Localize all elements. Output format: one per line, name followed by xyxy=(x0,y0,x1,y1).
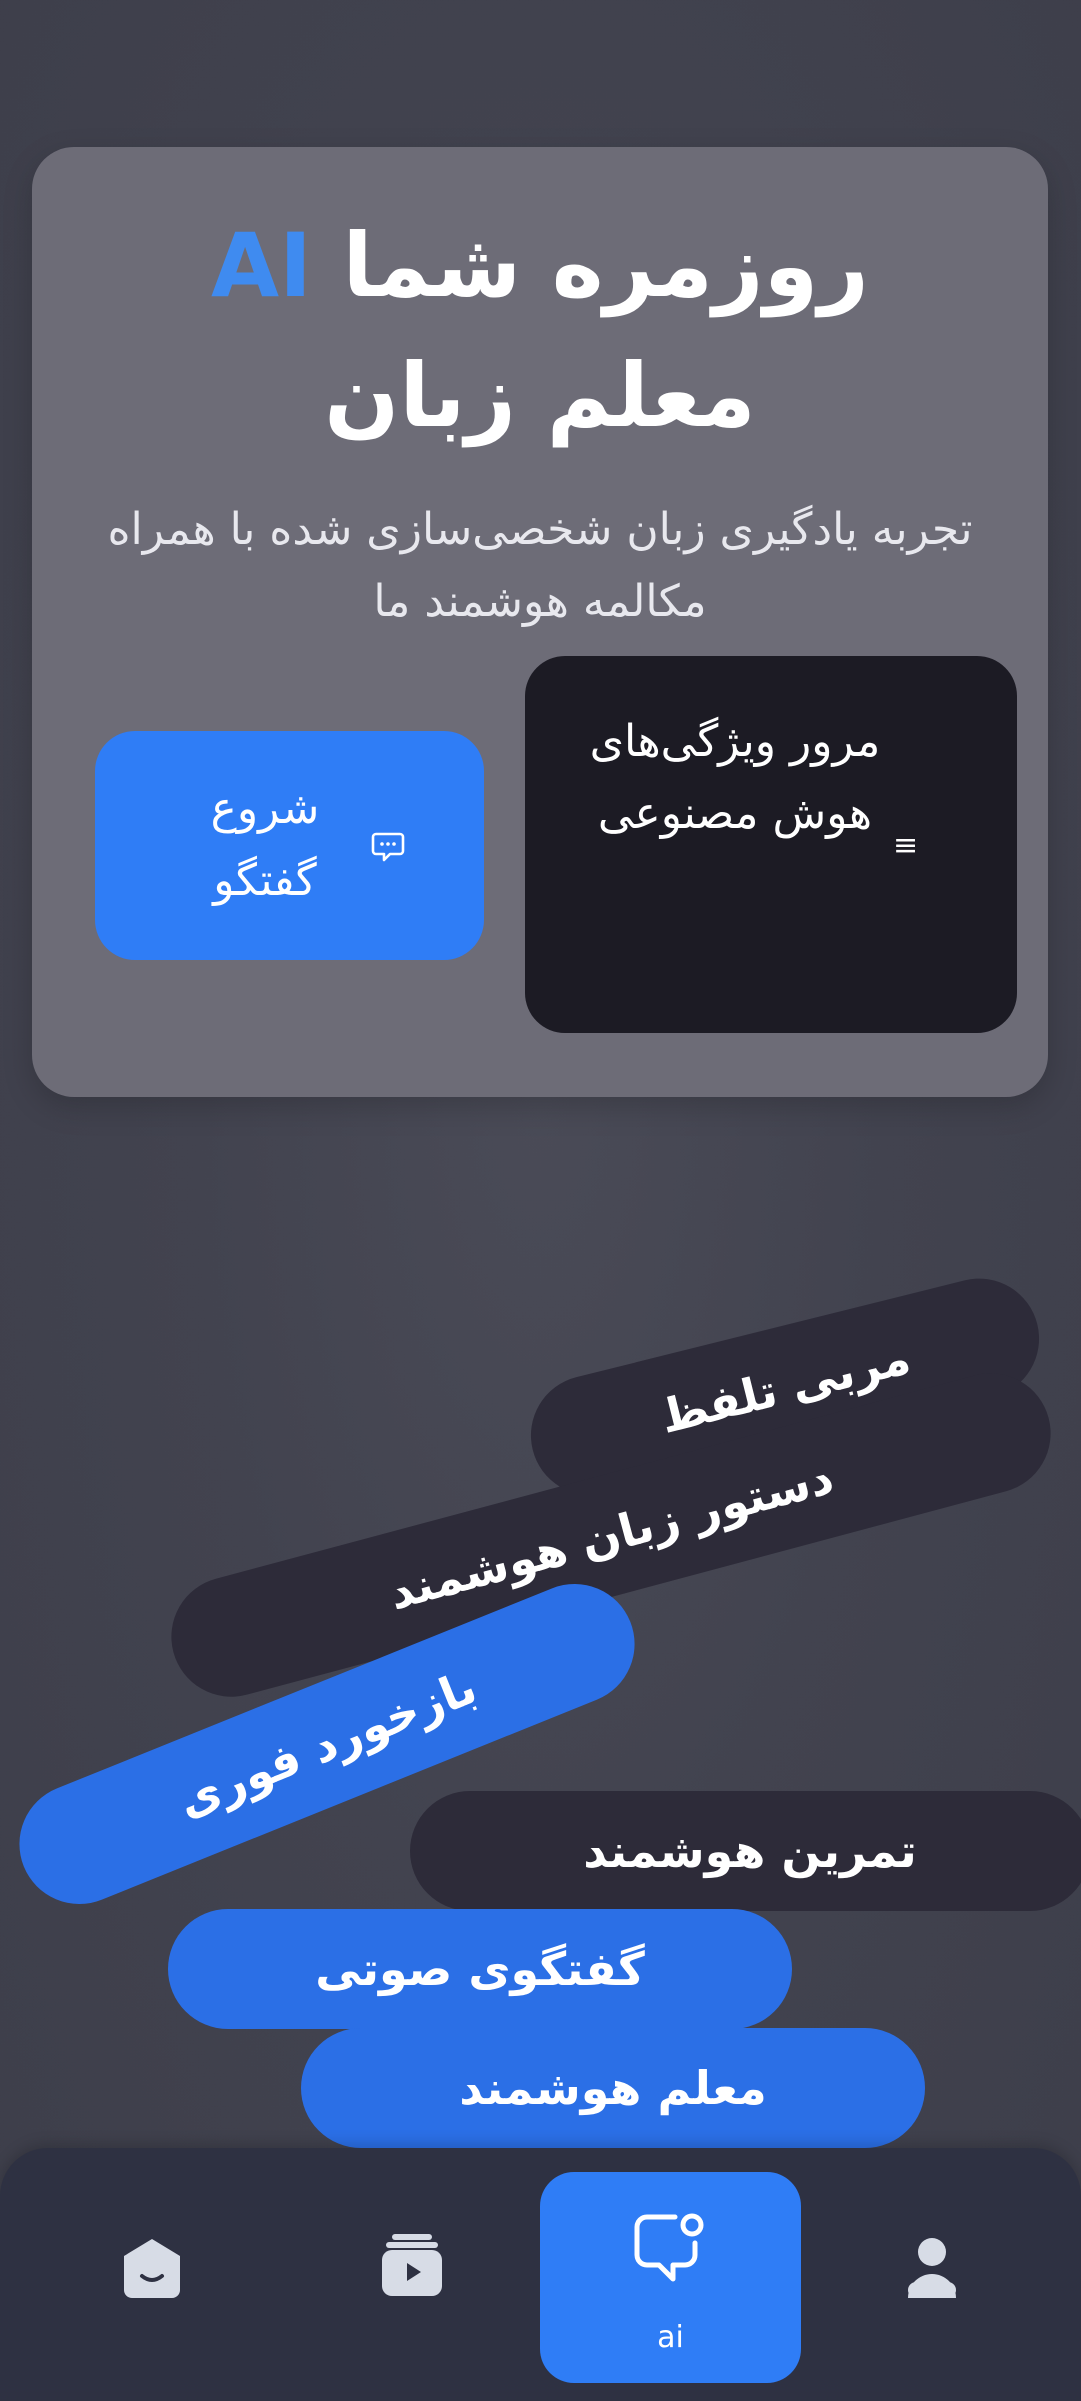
feature-pill-label: معلم هوشمند xyxy=(459,2061,767,2115)
ai-chat-icon xyxy=(634,2213,704,2282)
hero-title-main: روزمره شما xyxy=(342,214,869,317)
ai-accent-text: AI xyxy=(211,214,312,317)
start-conversation-button[interactable]: شروع گفتگو xyxy=(95,731,484,960)
nav-videos[interactable] xyxy=(380,2232,444,2302)
feature-pill-label: دستور زبان هوشمند xyxy=(383,1449,839,1621)
nav-profile[interactable] xyxy=(906,2236,958,2304)
home-icon xyxy=(124,2239,180,2298)
start-conversation-label: شروع گفتگو xyxy=(210,783,320,906)
hero-card: AI روزمره شما معلم زبان تجربه یادگیری زب… xyxy=(32,147,1048,1097)
feature-pill-label: گفتگوی صوتی xyxy=(315,1942,645,1996)
explore-ai-features-button[interactable]: مرور ویژگی‌های هوش مصنوعی ≡ xyxy=(525,656,1017,1033)
explore-ai-features-label: مرور ویژگی‌های هوش مصنوعی xyxy=(589,716,881,839)
feature-pill-label: تمرین هوشمند xyxy=(583,1824,917,1878)
feature-pill-smart-teacher[interactable]: معلم هوشمند xyxy=(301,2028,925,2148)
nav-ai-label: ai xyxy=(657,2320,684,2355)
feature-pill-voice-conversation[interactable]: گفتگوی صوتی xyxy=(168,1909,792,2029)
hero-title-line1: AI روزمره شما xyxy=(32,222,1048,310)
nav-ai[interactable]: ai xyxy=(540,2172,801,2383)
video-library-icon xyxy=(382,2234,442,2296)
hero-subtitle: تجربه یادگیری زبان شخصی‌سازی شده با همرا… xyxy=(107,504,973,627)
bottom-navigation-bar: ai xyxy=(0,2148,1081,2401)
nav-home[interactable] xyxy=(120,2236,184,2304)
profile-icon xyxy=(908,2238,956,2298)
chat-bubble-icon xyxy=(370,829,406,869)
feature-pill-smart-practice[interactable]: تمرین هوشمند xyxy=(410,1791,1081,1911)
menu-icon: ≡ xyxy=(893,828,919,863)
hero-title-line2: معلم زبان xyxy=(324,344,756,447)
